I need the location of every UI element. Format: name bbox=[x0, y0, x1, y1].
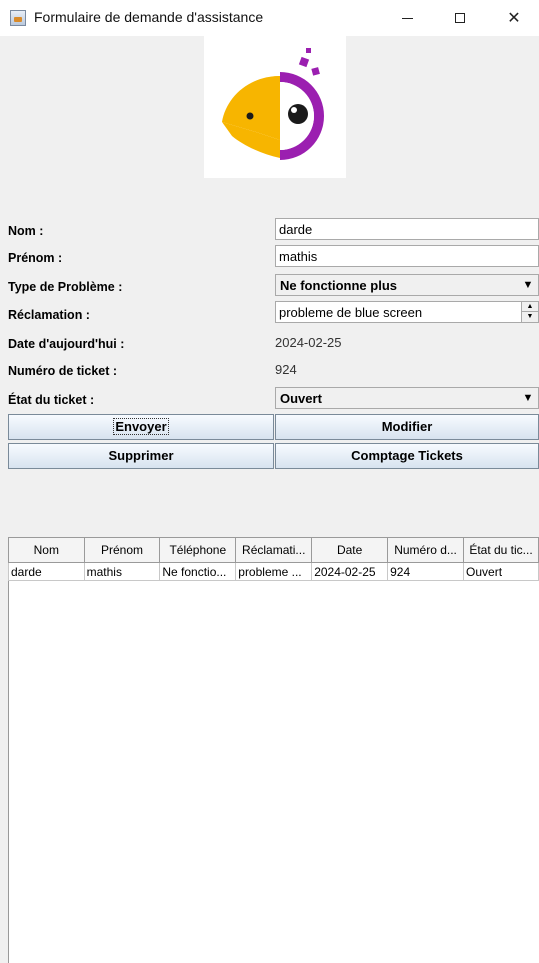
comptage-tickets-button[interactable]: Comptage Tickets bbox=[275, 443, 539, 469]
prenom-field[interactable]: mathis bbox=[275, 245, 539, 267]
reclamation-label: Réclamation : bbox=[8, 308, 90, 322]
column-header[interactable]: Prénom bbox=[83, 537, 161, 563]
prenom-label: Prénom : bbox=[8, 251, 63, 265]
table-cell[interactable]: 2024-02-25 bbox=[311, 562, 389, 581]
java-app-icon bbox=[10, 10, 26, 26]
supprimer-button[interactable]: Supprimer bbox=[8, 443, 274, 469]
column-header[interactable]: État du tic... bbox=[463, 537, 539, 563]
etat-dropdown[interactable]: Ouvert ▼ bbox=[275, 387, 539, 409]
table-row[interactable]: darde mathis Ne fonctio... probleme ... … bbox=[8, 562, 539, 581]
table-cell[interactable]: Ouvert bbox=[463, 562, 539, 581]
type-probleme-value: Ne fonctionne plus bbox=[280, 278, 397, 293]
table-header-row: Nom Prénom Téléphone Réclamati... Date N… bbox=[8, 537, 539, 563]
date-label: Date d'aujourd'hui : bbox=[8, 337, 125, 351]
etat-value: Ouvert bbox=[280, 391, 322, 406]
column-header[interactable]: Numéro d... bbox=[387, 537, 465, 563]
window-title: Formulaire de demande d'assistance bbox=[34, 9, 264, 25]
spinner-up-icon[interactable]: ▲ bbox=[522, 302, 538, 312]
table-cell[interactable]: mathis bbox=[83, 562, 161, 581]
table-cell[interactable]: probleme ... bbox=[235, 562, 313, 581]
numero-label: Numéro de ticket : bbox=[8, 364, 118, 378]
reclamation-spinner[interactable]: ▲ ▼ bbox=[521, 302, 538, 322]
column-header[interactable]: Réclamati... bbox=[235, 537, 313, 563]
column-header[interactable]: Téléphone bbox=[159, 537, 237, 563]
close-button[interactable]: ✕ bbox=[491, 0, 537, 36]
type-probleme-label: Type de Problème : bbox=[8, 280, 123, 294]
nom-label: Nom : bbox=[8, 224, 44, 238]
minimize-icon bbox=[401, 17, 413, 19]
modifier-button[interactable]: Modifier bbox=[275, 414, 539, 440]
column-header[interactable]: Nom bbox=[8, 537, 85, 563]
logo-panel bbox=[204, 36, 346, 178]
numero-field: 924 bbox=[275, 359, 539, 381]
table-cell[interactable]: darde bbox=[8, 562, 85, 581]
dropdown-arrow-icon[interactable]: ▼ bbox=[518, 275, 538, 295]
spinner-down-icon[interactable]: ▼ bbox=[522, 312, 538, 322]
table-cell[interactable]: 924 bbox=[387, 562, 465, 581]
column-header[interactable]: Date bbox=[311, 537, 389, 563]
date-field: 2024-02-25 bbox=[275, 332, 539, 354]
etat-label: État du ticket : bbox=[8, 393, 95, 407]
reclamation-field[interactable]: probleme de blue screen ▲ ▼ bbox=[275, 301, 539, 323]
reclamation-value: probleme de blue screen bbox=[279, 305, 423, 320]
envoyer-label: Envoyer bbox=[113, 418, 169, 435]
type-probleme-dropdown[interactable]: Ne fonctionne plus ▼ bbox=[275, 274, 539, 296]
minimize-button[interactable] bbox=[384, 0, 430, 36]
table-viewport[interactable] bbox=[8, 537, 539, 963]
envoyer-button[interactable]: Envoyer bbox=[8, 414, 274, 440]
maximize-button[interactable] bbox=[437, 0, 483, 36]
parrot-logo-icon bbox=[222, 48, 324, 160]
dropdown-arrow-icon[interactable]: ▼ bbox=[518, 388, 538, 408]
table-cell[interactable]: Ne fonctio... bbox=[159, 562, 237, 581]
close-icon: ✕ bbox=[507, 10, 521, 27]
nom-field[interactable]: darde bbox=[275, 218, 539, 240]
title-bar: Formulaire de demande d'assistance ✕ bbox=[0, 0, 539, 36]
maximize-icon bbox=[455, 13, 465, 23]
tickets-table: Nom Prénom Téléphone Réclamati... Date N… bbox=[8, 537, 539, 581]
